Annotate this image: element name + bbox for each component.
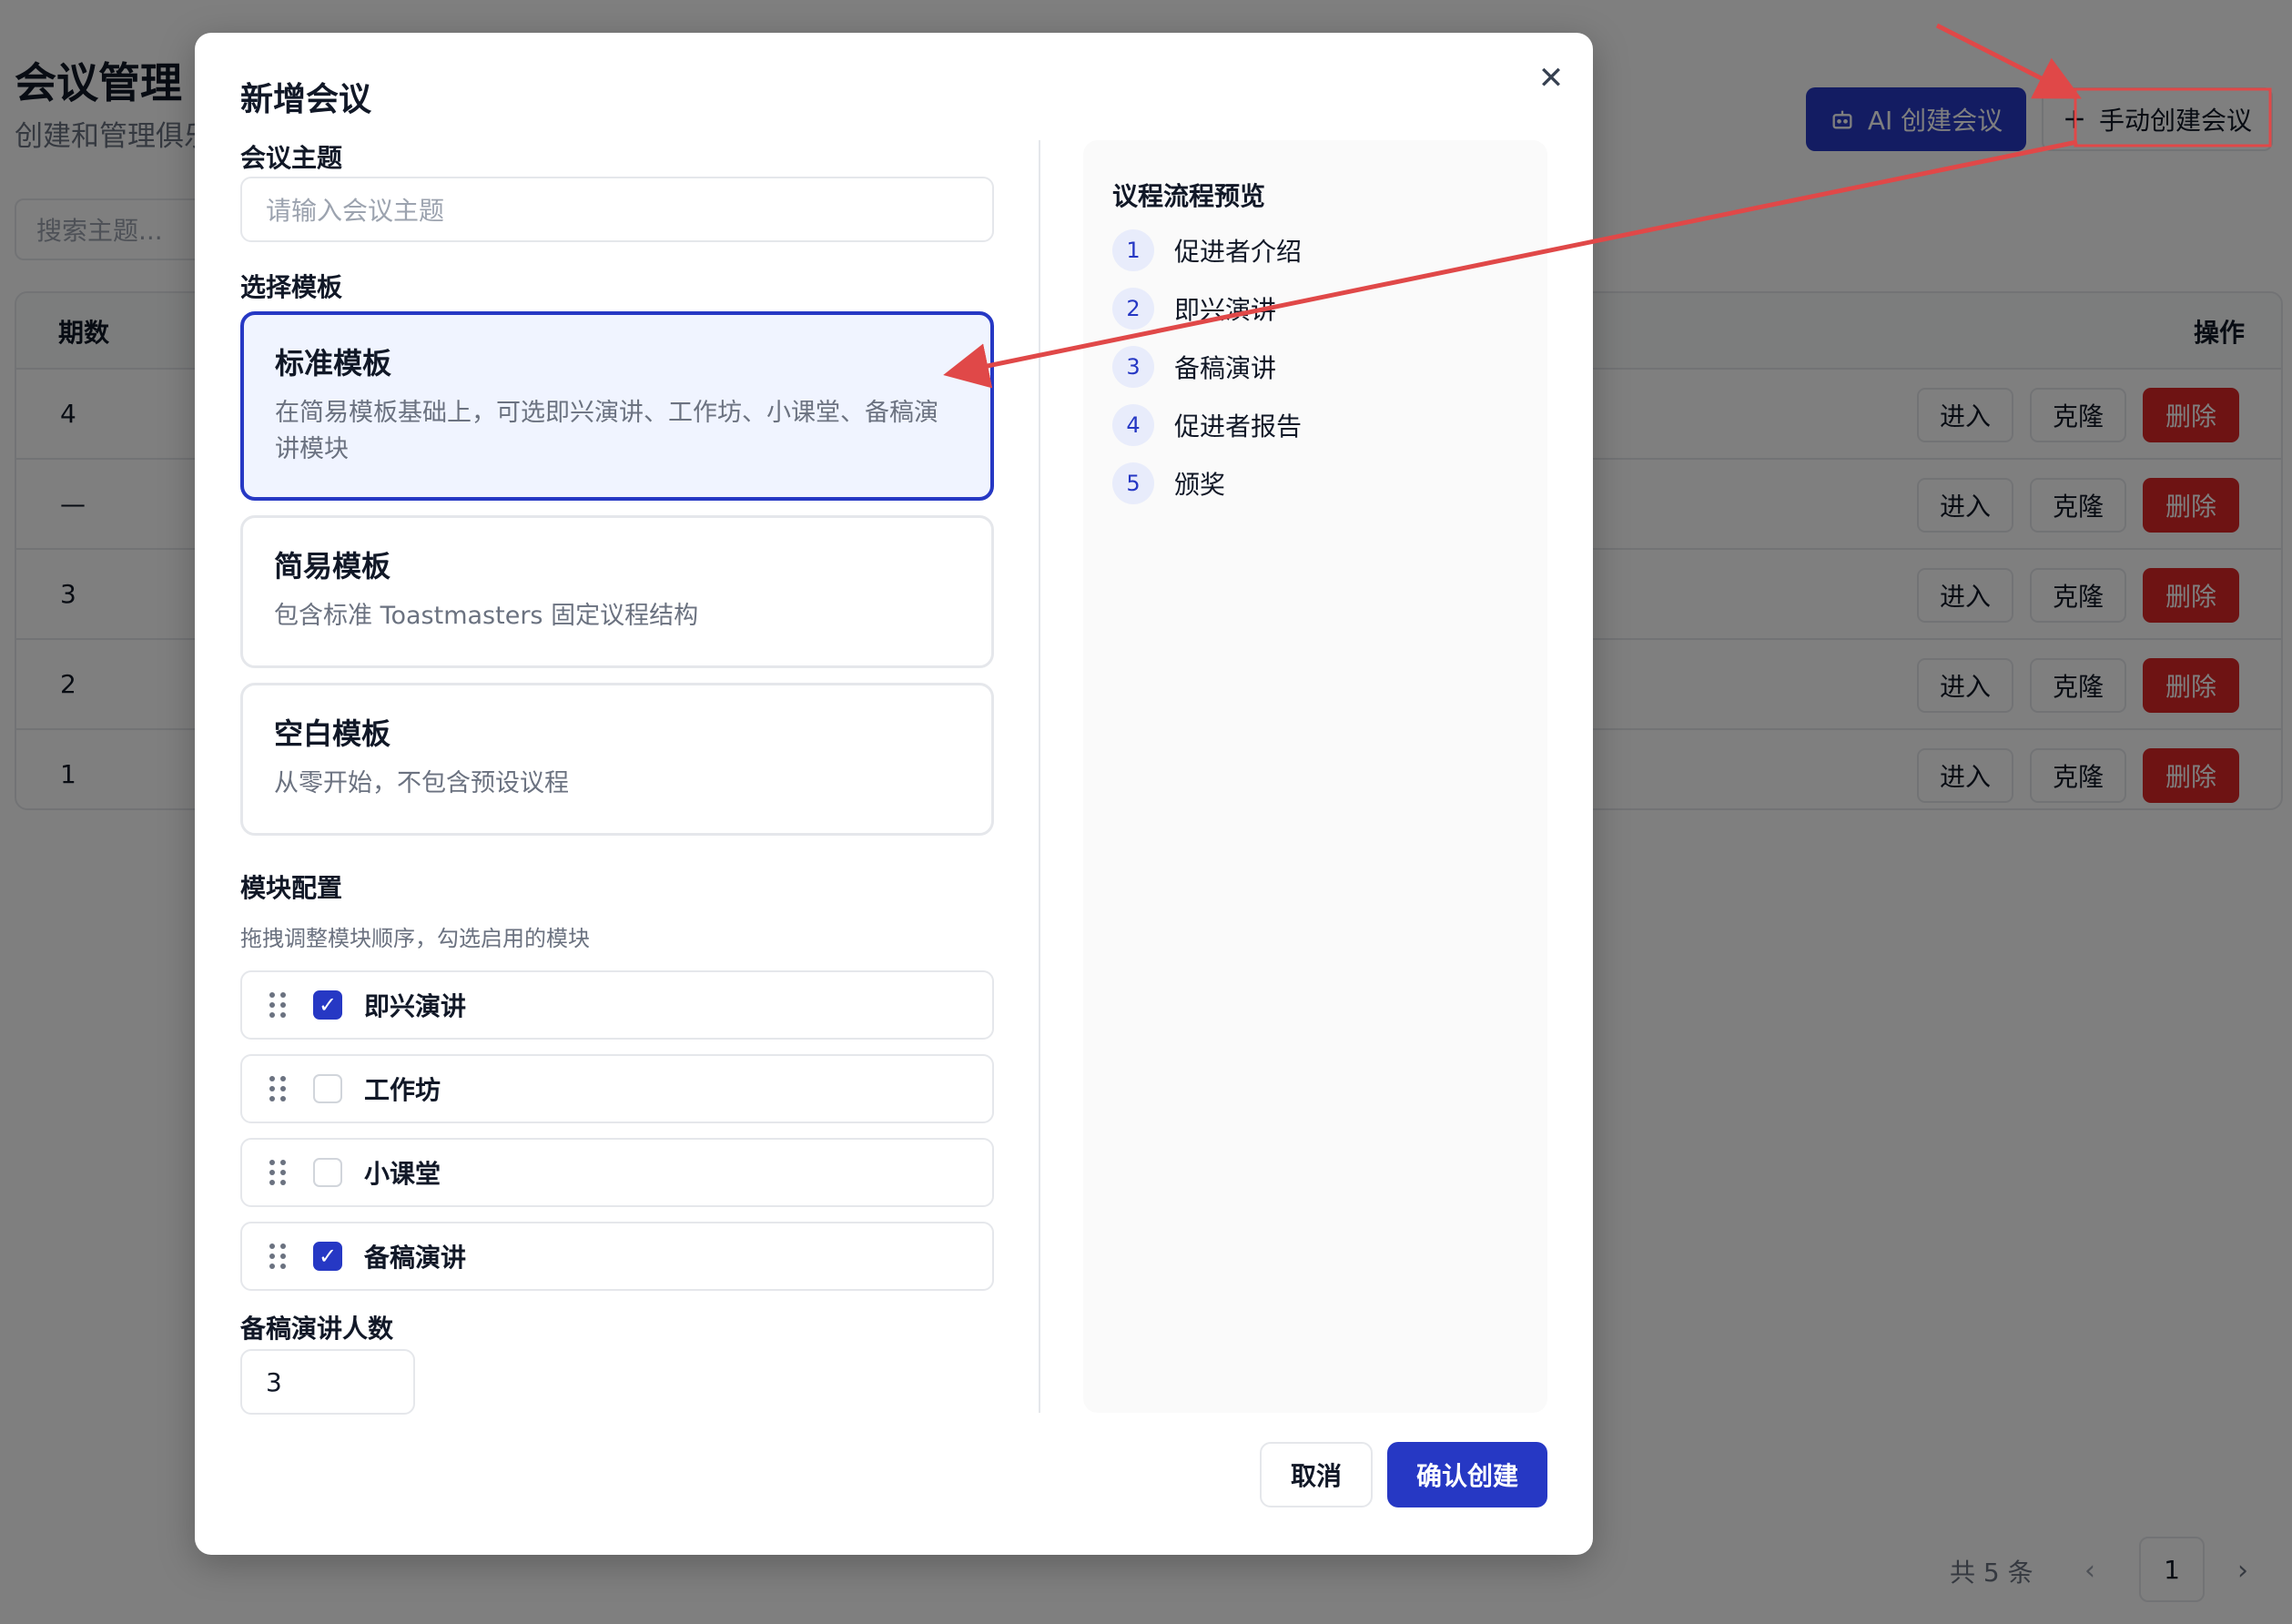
template-name: 空白模板 bbox=[274, 716, 391, 751]
column-divider bbox=[1039, 140, 1040, 1413]
speaker-count-input[interactable]: 3 bbox=[240, 1349, 415, 1415]
step-number: 3 bbox=[1112, 346, 1154, 388]
topic-input[interactable]: 请输入会议主题 bbox=[240, 177, 994, 242]
step-text: 促进者报告 bbox=[1174, 411, 1303, 442]
module-item-impromptu[interactable]: ✓ 即兴演讲 bbox=[240, 970, 994, 1040]
step-text: 即兴演讲 bbox=[1174, 295, 1277, 325]
template-card-standard[interactable]: 标准模板 在简易模板基础上，可选即兴演讲、工作坊、小课堂、备稿演讲模块 bbox=[240, 311, 994, 501]
step-text: 颁奖 bbox=[1174, 470, 1226, 500]
topic-label: 会议主题 bbox=[240, 143, 343, 173]
agenda-preview-panel: 议程流程预览 1 促进者介绍 2 即兴演讲 3 备稿演讲 4 促进者报告 5 颁… bbox=[1083, 140, 1547, 1413]
module-item-workshop[interactable]: 工作坊 bbox=[240, 1054, 994, 1123]
drag-handle-icon[interactable] bbox=[269, 1160, 289, 1185]
template-desc: 从零开始，不包含预设议程 bbox=[274, 769, 569, 797]
module-config-label: 模块配置 bbox=[240, 873, 343, 903]
preview-step: 5 颁奖 bbox=[1112, 462, 1225, 504]
preview-step: 1 促进者介绍 bbox=[1112, 229, 1302, 271]
template-name: 简易模板 bbox=[274, 549, 391, 584]
step-number: 1 bbox=[1112, 229, 1154, 271]
step-text: 促进者介绍 bbox=[1174, 237, 1303, 267]
template-name: 标准模板 bbox=[275, 346, 392, 381]
template-card-simple[interactable]: 简易模板 包含标准 Toastmasters 固定议程结构 bbox=[240, 515, 994, 668]
template-desc: 在简易模板基础上，可选即兴演讲、工作坊、小课堂、备稿演讲模块 bbox=[275, 399, 938, 463]
module-checkbox[interactable] bbox=[313, 1158, 342, 1187]
module-config-hint: 拖拽调整模块顺序，勾选启用的模块 bbox=[240, 926, 590, 951]
module-item-prepared-speech[interactable]: ✓ 备稿演讲 bbox=[240, 1222, 994, 1291]
step-number: 2 bbox=[1112, 288, 1154, 330]
module-label: 备稿演讲 bbox=[364, 1243, 467, 1273]
module-item-class[interactable]: 小课堂 bbox=[240, 1138, 994, 1207]
template-card-blank[interactable]: 空白模板 从零开始，不包含预设议程 bbox=[240, 683, 994, 836]
drag-handle-icon[interactable] bbox=[269, 1076, 289, 1101]
checkmark-icon: ✓ bbox=[318, 992, 338, 1018]
module-label: 工作坊 bbox=[364, 1075, 441, 1105]
close-icon[interactable]: ✕ bbox=[1533, 60, 1569, 96]
module-label: 小课堂 bbox=[364, 1159, 441, 1189]
cancel-button[interactable]: 取消 bbox=[1260, 1442, 1373, 1507]
module-label: 即兴演讲 bbox=[364, 991, 467, 1021]
new-meeting-dialog: 新增会议 ✕ 会议主题 请输入会议主题 选择模板 标准模板 在简易模板基础上，可… bbox=[195, 33, 1593, 1555]
dialog-title: 新增会议 bbox=[240, 81, 372, 118]
template-label: 选择模板 bbox=[240, 272, 343, 302]
preview-title: 议程流程预览 bbox=[1112, 181, 1266, 211]
step-number: 5 bbox=[1112, 462, 1154, 504]
checkmark-icon: ✓ bbox=[318, 1243, 338, 1269]
preview-step: 3 备稿演讲 bbox=[1112, 346, 1276, 388]
preview-step: 4 促进者报告 bbox=[1112, 404, 1302, 446]
drag-handle-icon[interactable] bbox=[269, 1243, 289, 1269]
module-checkbox[interactable]: ✓ bbox=[313, 1242, 342, 1271]
confirm-create-button[interactable]: 确认创建 bbox=[1387, 1442, 1547, 1507]
drag-handle-icon[interactable] bbox=[269, 992, 289, 1018]
module-checkbox[interactable] bbox=[313, 1074, 342, 1103]
step-number: 4 bbox=[1112, 404, 1154, 446]
preview-step: 2 即兴演讲 bbox=[1112, 288, 1276, 330]
module-checkbox[interactable]: ✓ bbox=[313, 990, 342, 1020]
step-text: 备稿演讲 bbox=[1174, 353, 1277, 383]
template-desc: 包含标准 Toastmasters 固定议程结构 bbox=[274, 602, 699, 630]
speaker-count-label: 备稿演讲人数 bbox=[240, 1314, 394, 1344]
